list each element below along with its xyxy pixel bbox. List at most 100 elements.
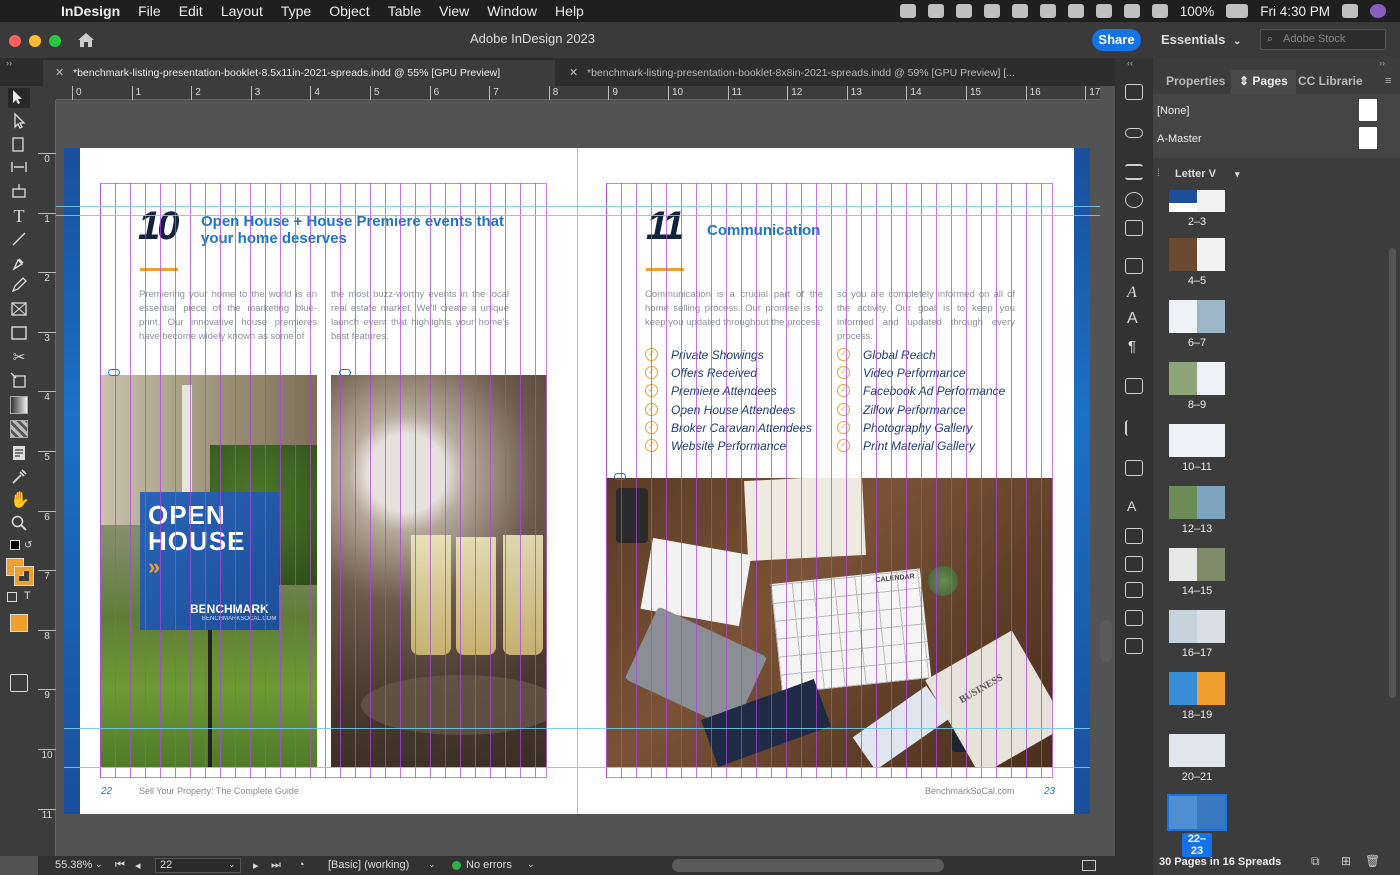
master-a[interactable]: A-Master [1157, 133, 1202, 145]
preflight-icon[interactable] [1125, 638, 1143, 654]
content-collector-icon[interactable] [10, 182, 28, 200]
character-styles-icon[interactable]: A [1127, 284, 1137, 302]
page-size-select[interactable]: Letter V ▾ [1175, 168, 1240, 180]
close-tab-icon[interactable]: ✕ [569, 60, 578, 86]
selection-tool-icon[interactable] [8, 88, 30, 108]
next-page-icon[interactable]: ▸ [253, 859, 259, 872]
sync-icon[interactable]: ◔ [298, 859, 305, 871]
color-icon[interactable] [1125, 220, 1143, 236]
collapse-panels-icon[interactable]: ‹‹ [1127, 58, 1133, 68]
creative-cloud-icon[interactable] [899, 4, 916, 18]
preflight-profile[interactable]: [Basic] (working) [328, 859, 409, 871]
object-styles-icon[interactable] [1125, 378, 1143, 394]
panel-scrollbar[interactable] [1389, 248, 1396, 698]
vertical-ruler[interactable]: 0 1 2 3 4 5 6 7 8 9 10 11 [38, 100, 56, 856]
link-badge-icon[interactable] [339, 369, 351, 376]
spread-thumb[interactable]: 20–21 [1169, 734, 1225, 783]
document-spread[interactable]: 10 Open House + House Premiere events th… [64, 148, 1090, 814]
spread-thumb-selected[interactable]: 22–23 [1167, 794, 1227, 857]
wifi-icon[interactable] [1123, 4, 1140, 18]
formatting-container-icon[interactable] [7, 592, 17, 602]
spread-thumb[interactable]: 12–13 [1169, 486, 1225, 535]
menu-type[interactable]: Type [272, 3, 320, 19]
page-tool-icon[interactable] [10, 136, 28, 154]
spotlight-icon[interactable] [1342, 4, 1358, 18]
spread-thumb[interactable]: 6–7 [1169, 300, 1225, 349]
note-tool-icon[interactable] [10, 444, 28, 462]
new-page-icon[interactable]: ⊞ [1341, 854, 1351, 868]
spread-thumb[interactable]: 14–15 [1169, 548, 1225, 597]
profile-chevron-icon[interactable]: ⌄ [428, 859, 436, 870]
errors-chevron-icon[interactable]: ⌄ [527, 859, 535, 870]
glyphs-icon[interactable]: A [1127, 498, 1136, 514]
first-page-icon[interactable]: ⏮ [115, 859, 125, 872]
clock[interactable]: Fri 4:30 PM [1260, 4, 1330, 19]
character-icon[interactable]: A [1127, 310, 1138, 328]
panel-expand-icon[interactable]: ›› [1379, 58, 1385, 68]
default-colors-icon[interactable] [10, 540, 20, 550]
delete-page-icon[interactable]: 🗑 [1365, 854, 1380, 868]
gradient-feather-tool-icon[interactable] [10, 420, 28, 438]
edit-page-size-icon[interactable]: ⧉ [1311, 854, 1320, 869]
zoom-tool-icon[interactable] [10, 514, 28, 532]
volume-icon[interactable] [1151, 4, 1168, 18]
backup-icon[interactable] [983, 4, 1000, 18]
pencil-tool-icon[interactable] [10, 276, 28, 294]
tabs-expand-icon[interactable]: ›› [6, 58, 12, 68]
swap-colors-icon[interactable]: ↺ [24, 540, 34, 558]
links-icon[interactable] [1125, 128, 1143, 138]
document-tab-active[interactable]: ✕ *benchmark-listing-presentation-bookle… [43, 60, 555, 86]
spread-thumb[interactable]: 16–17 [1169, 610, 1225, 659]
menu-object[interactable]: Object [320, 3, 378, 19]
gradient-tool-icon[interactable] [10, 396, 28, 414]
timemachine-icon[interactable] [1067, 4, 1084, 18]
spread-thumb[interactable]: 4–5 [1169, 238, 1225, 287]
align-icon[interactable] [1125, 420, 1143, 436]
paragraph-icon[interactable]: ¶ [1128, 338, 1136, 355]
zoom-chevron-icon[interactable]: ⌄ [95, 859, 103, 870]
previous-page-icon[interactable]: ◂ [135, 859, 141, 872]
direct-selection-tool-icon[interactable] [10, 112, 28, 130]
menu-layout[interactable]: Layout [212, 3, 272, 19]
link-badge-icon[interactable] [108, 369, 120, 376]
rectangle-tool-icon[interactable] [10, 324, 28, 342]
effects-icon[interactable] [1125, 528, 1143, 544]
cloud-icon[interactable] [927, 4, 944, 18]
eyedropper-tool-icon[interactable] [10, 468, 28, 486]
swatches-icon[interactable] [1125, 192, 1143, 208]
spread-thumb[interactable]: 18–19 [1169, 672, 1225, 721]
spread-thumb[interactable]: 10–11 [1169, 424, 1225, 473]
master-a-thumb[interactable] [1359, 127, 1377, 149]
ruler-origin[interactable] [38, 86, 56, 100]
siri-icon[interactable] [1370, 4, 1386, 18]
spread-thumb[interactable]: 2–3 [1169, 190, 1225, 228]
free-transform-tool-icon[interactable] [10, 372, 28, 390]
tab-cc-libraries[interactable]: CC Librarie [1298, 74, 1363, 88]
menu-table[interactable]: Table [379, 3, 430, 19]
spread-thumb[interactable]: 8–9 [1169, 362, 1225, 411]
view-mode-icon[interactable] [10, 674, 28, 692]
table-icon[interactable] [1125, 582, 1143, 598]
menu-app[interactable]: InDesign [52, 3, 129, 19]
fill-stroke-swatch[interactable] [6, 558, 34, 586]
share-button[interactable]: Share [1092, 29, 1141, 51]
pen-tool-icon[interactable] [10, 254, 28, 272]
horizontal-ruler[interactable]: 0 1 2 3 4 5 6 7 8 9 10 11 12 13 14 15 16 17 [56, 86, 1100, 100]
link-badge-icon[interactable] [614, 473, 626, 480]
horizontal-scrollbar[interactable] [672, 859, 944, 872]
page-chevron-icon[interactable]: ⌄ [228, 859, 236, 870]
last-page-icon[interactable]: ⏭ [271, 859, 281, 872]
stroke-swatch[interactable] [14, 566, 34, 586]
vertical-scrollbar[interactable] [1100, 620, 1112, 662]
menu-view[interactable]: View [430, 3, 478, 19]
scissors-tool-icon[interactable]: ✂ [10, 348, 28, 366]
document-tab[interactable]: ✕ *benchmark-listing-presentation-bookle… [557, 60, 1071, 86]
tab-pages[interactable]: ⇕ Pages [1231, 70, 1296, 94]
stack-icon[interactable] [1039, 4, 1056, 18]
menu-window[interactable]: Window [478, 3, 546, 19]
adobe-stock-search[interactable]: ⌕ Adobe Stock [1260, 29, 1386, 50]
stroke-icon[interactable] [1125, 164, 1143, 180]
apply-color-icon[interactable] [10, 614, 28, 632]
workspace-switcher[interactable]: Essentials ⌄ [1161, 32, 1241, 47]
hand-tool-icon[interactable]: ✋ [10, 490, 30, 509]
